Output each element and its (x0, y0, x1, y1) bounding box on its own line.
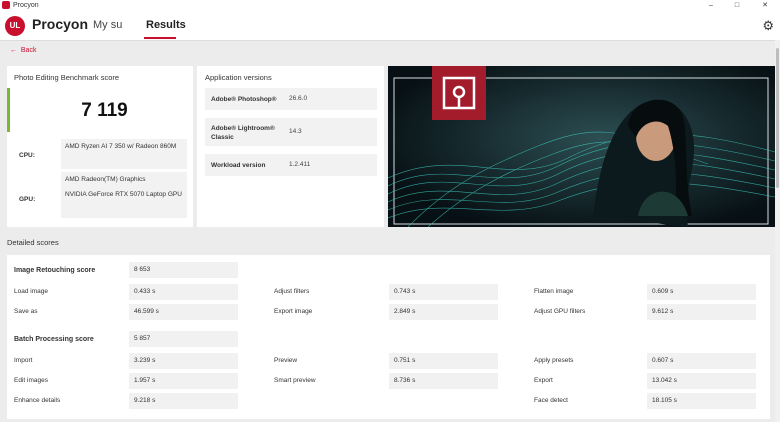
metric-label: Export (534, 377, 553, 384)
detailed-scores-title: Detailed scores (7, 238, 59, 247)
benchmark-score-card: Photo Editing Benchmark score 7 119 CPU:… (7, 66, 193, 227)
metric-value: 46.599 s (129, 304, 238, 320)
benchmark-hero-image (388, 66, 775, 227)
detailed-scores-panel: Image Retouching score 8 653 Load image … (7, 255, 770, 419)
metric-value: 0.743 s (389, 284, 498, 300)
gpu-value-1: AMD Radeon(TM) Graphics (65, 176, 146, 183)
version-row-photoshop: Adobe® Photoshop® 26.6.0 (205, 88, 377, 110)
metric-label: Edit images (14, 377, 48, 384)
score-card-title: Photo Editing Benchmark score (14, 73, 120, 82)
version-value: 26.6.0 (289, 95, 308, 102)
back-label: Back (20, 47, 37, 54)
batch-score-value: 5 857 (129, 331, 238, 347)
version-name: Adobe® Lightroom® Classic (211, 125, 275, 141)
metric-label: Adjust GPU filters (534, 308, 586, 315)
cpu-label: CPU: (19, 152, 35, 159)
gpu-value-2: NVIDIA GeForce RTX 5070 Laptop GPU (65, 191, 182, 198)
retouching-score-value: 8 653 (129, 262, 238, 278)
back-link[interactable]: ← Back (10, 47, 36, 54)
metric-label: Enhance details (14, 397, 61, 404)
versions-card-title: Application versions (205, 73, 272, 82)
metric-value: 13.042 s (647, 373, 756, 389)
window-title: Procyon (13, 2, 39, 9)
batch-score-label: Batch Processing score (14, 336, 94, 343)
metric-value: 0.607 s (647, 353, 756, 369)
metric-label: Face detect (534, 397, 568, 404)
score-indicator-bar (7, 88, 10, 132)
close-button[interactable]: ✕ (756, 0, 774, 11)
benchmark-score: 7 119 (81, 100, 128, 121)
application-versions-card: Application versions Adobe® Photoshop® 2… (197, 66, 384, 227)
metric-value: 1.957 s (129, 373, 238, 389)
version-row-workload: Workload version 1.2.411 (205, 154, 377, 176)
version-value: 14.3 (289, 128, 302, 135)
metric-value: 0.433 s (129, 284, 238, 300)
metric-label: Flatten image (534, 288, 574, 295)
scrollbar-thumb[interactable] (776, 48, 779, 188)
maximize-button[interactable]: □ (728, 0, 746, 11)
metric-value: 18.105 s (647, 393, 756, 409)
metric-value: 3.239 s (129, 353, 238, 369)
metric-value: 9.218 s (129, 393, 238, 409)
hero-illustration (388, 66, 775, 227)
metric-label: Import (14, 357, 33, 364)
version-value: 1.2.411 (289, 161, 311, 168)
metric-label: Adjust filters (274, 288, 310, 295)
gpu-value: AMD Radeon(TM) Graphics NVIDIA GeForce R… (61, 172, 187, 218)
retouching-score-label: Image Retouching score (14, 267, 96, 274)
metric-value: 9.612 s (647, 304, 756, 320)
tab-results[interactable]: Results (146, 19, 186, 31)
gear-icon[interactable]: ⚙ (762, 18, 774, 34)
metric-value: 0.609 s (647, 284, 756, 300)
arrow-left-icon: ← (10, 47, 17, 54)
metric-label: Apply presets (534, 357, 574, 364)
metric-value: 2.849 s (389, 304, 498, 320)
app-name: Procyon (32, 16, 89, 32)
metric-value: 0.751 s (389, 353, 498, 369)
procyon-logo-badge (432, 66, 486, 120)
minimize-button[interactable]: – (702, 0, 720, 11)
version-name: Workload version (211, 162, 266, 169)
metric-label: Export image (274, 308, 313, 315)
ul-logo: UL (5, 16, 25, 36)
tab-my-suites[interactable]: My su (93, 19, 122, 31)
active-tab-indicator (144, 37, 176, 39)
app-header: UL Procyon My su Results ⚙ (0, 11, 780, 41)
version-name: Adobe® Photoshop® (211, 96, 277, 103)
metric-label: Load image (14, 288, 48, 295)
metric-label: Smart preview (274, 377, 316, 384)
metric-label: Save as (14, 308, 38, 315)
cpu-value: AMD Ryzen AI 7 350 w/ Radeon 860M (61, 139, 187, 169)
metric-label: Preview (274, 357, 298, 364)
metric-value: 8.736 s (389, 373, 498, 389)
app-icon (2, 1, 10, 9)
version-row-lightroom: Adobe® Lightroom® Classic 14.3 (205, 118, 377, 146)
gpu-label: GPU: (19, 196, 36, 203)
